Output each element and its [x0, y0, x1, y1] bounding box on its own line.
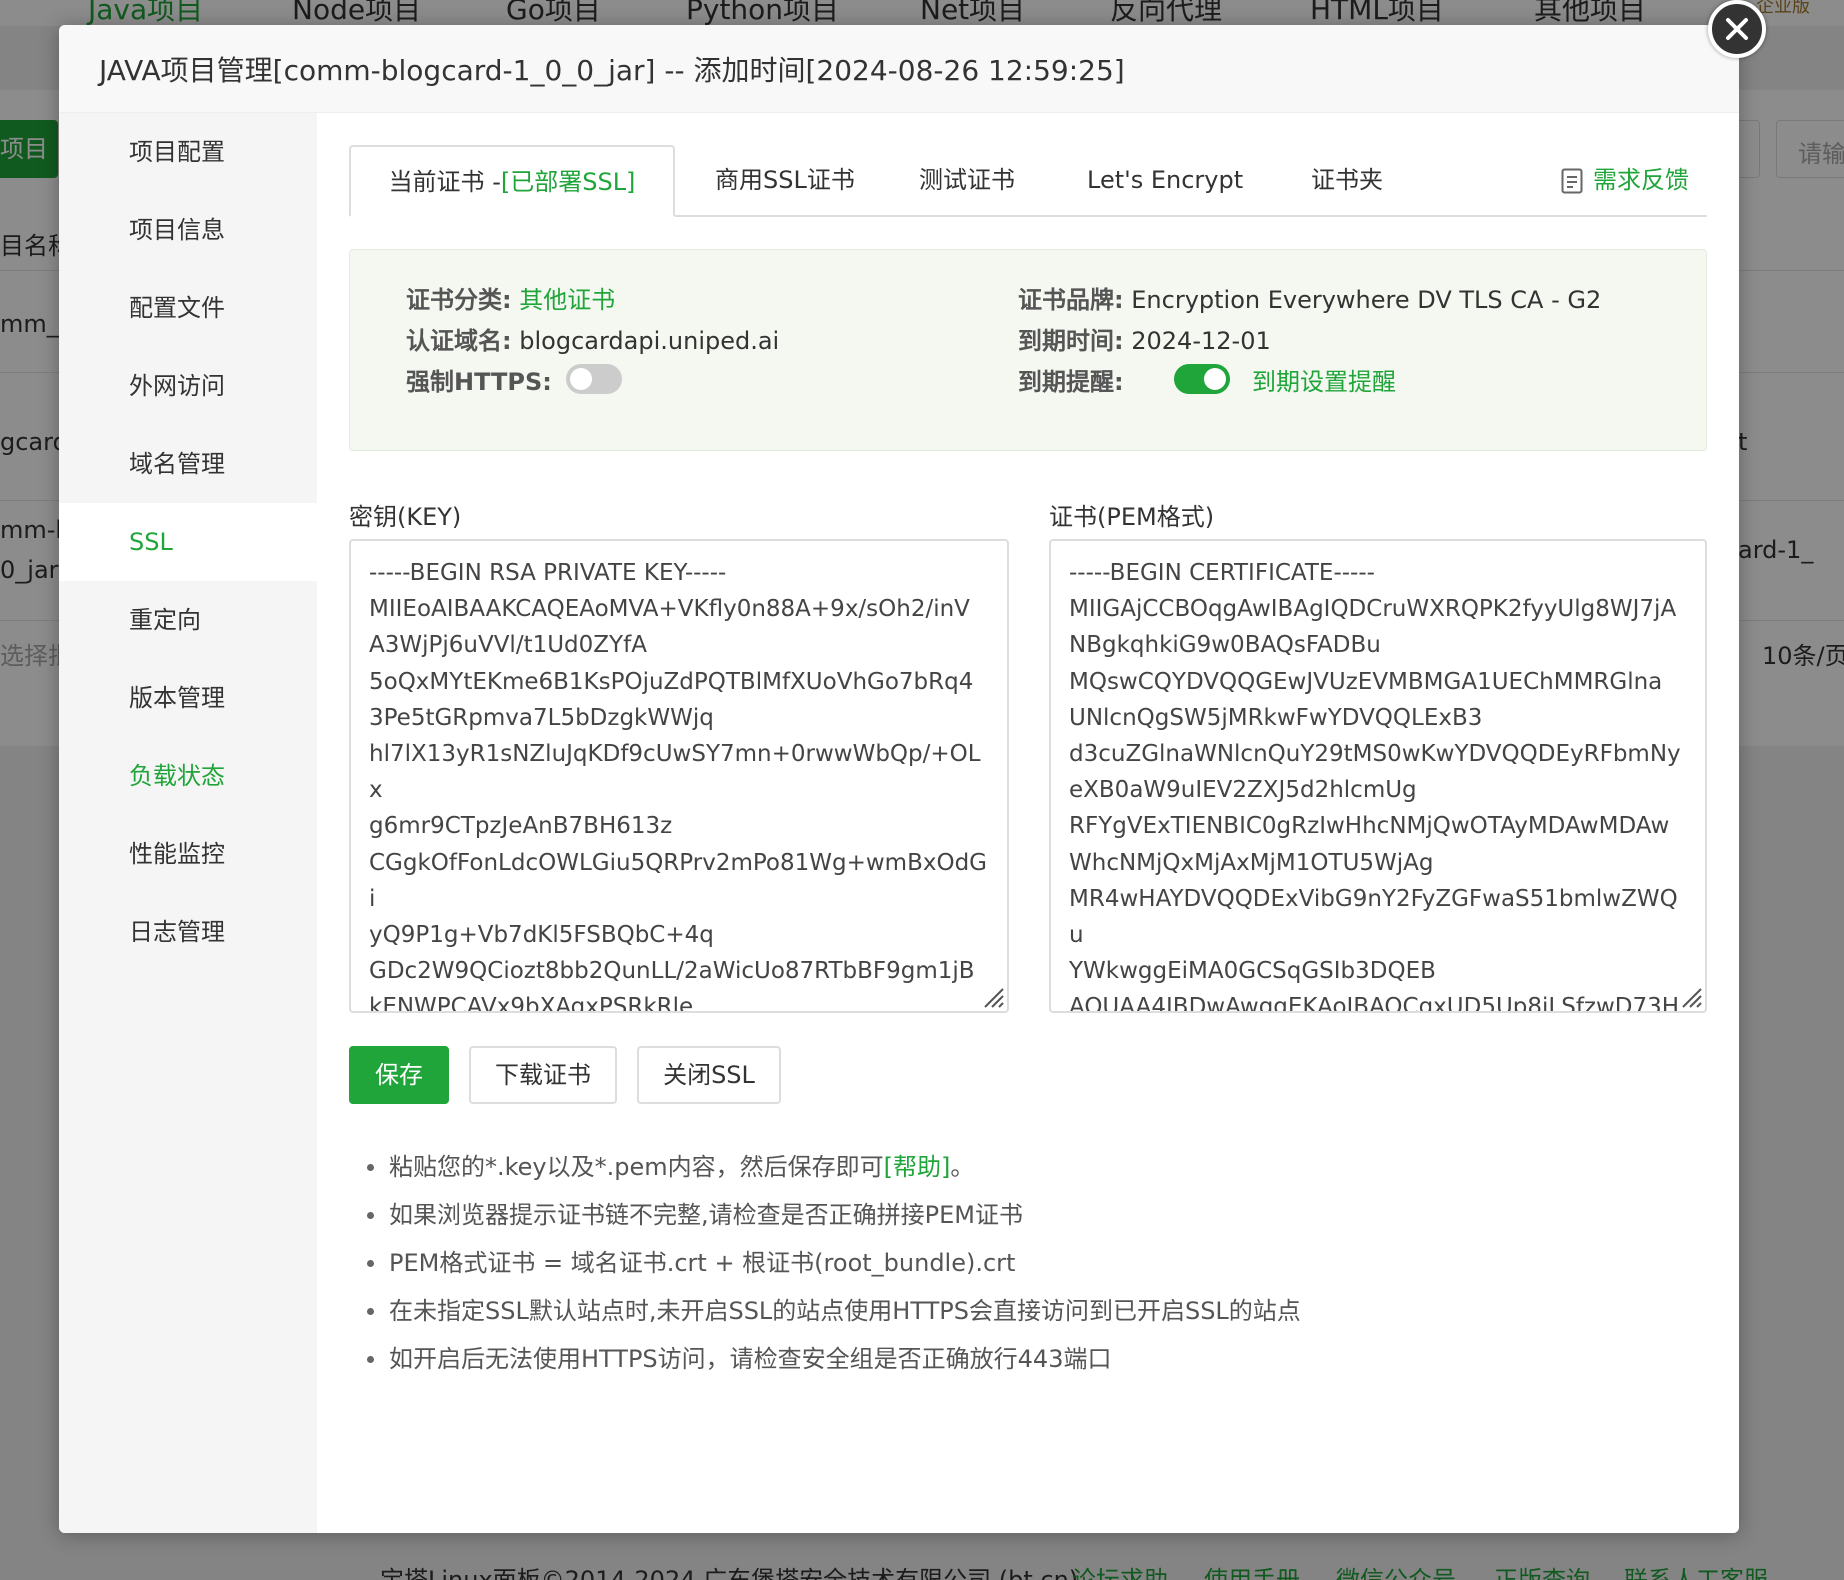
modal-sidebar: 项目配置 项目信息 配置文件 外网访问 域名管理 SSL 重定向 版本管理 负载… [59, 113, 317, 1533]
help-link[interactable]: [帮助] [884, 1153, 951, 1181]
sidebar-item-load-status[interactable]: 负载状态 [59, 737, 317, 815]
modal-title: JAVA项目管理[comm-blogcard-1_0_0_jar] -- 添加时… [99, 54, 1125, 87]
cert-domain-label: 认证域名: [406, 327, 512, 355]
sidebar-item-config-file[interactable]: 配置文件 [59, 269, 317, 347]
ssl-tabs: 当前证书 -[已部署SSL] 商用SSL证书 测试证书 Let's Encryp… [349, 145, 1707, 217]
ssl-tips: 粘贴您的*.key以及*.pem内容，然后保存即可[帮助]。 如果浏览器提示证书… [367, 1143, 1667, 1383]
sidebar-item-domain[interactable]: 域名管理 [59, 425, 317, 503]
reminder-settings-link-wrap: 到期设置提醒 [1252, 362, 1396, 397]
modal-header: JAVA项目管理[comm-blogcard-1_0_0_jar] -- 添加时… [59, 25, 1739, 113]
cert-category-value: 其他证书 [519, 286, 616, 314]
sidebar-item-redirect[interactable]: 重定向 [59, 581, 317, 659]
feedback-link[interactable]: 需求反馈 [1561, 145, 1689, 215]
force-https: 强制HTTPS: [406, 362, 552, 397]
sidebar-item-project-info[interactable]: 项目信息 [59, 191, 317, 269]
cert-brand-value: Encryption Everywhere DV TLS CA - G2 [1131, 286, 1602, 314]
tab-test-cert[interactable]: 测试证书 [919, 145, 1015, 217]
cert-domain: 认证域名: blogcardapi.uniped.ai [406, 321, 779, 356]
ssl-deployed-status: [已部署SSL] [500, 168, 636, 196]
tab-letsencrypt[interactable]: Let's Encrypt [1087, 145, 1243, 217]
expiry-reminder-toggle[interactable] [1174, 364, 1230, 394]
sidebar-item-logs[interactable]: 日志管理 [59, 893, 317, 971]
sidebar-item-external-access[interactable]: 外网访问 [59, 347, 317, 425]
cert-category-label: 证书分类: [406, 286, 512, 314]
cert-textarea[interactable]: -----BEGIN CERTIFICATE----- MIIGAjCCBOqg… [1049, 539, 1707, 1013]
cert-brand-label: 证书品牌: [1018, 286, 1124, 314]
tip-item: 如开启后无法使用HTTPS访问，请检查安全组是否正确放行443端口 [367, 1335, 1667, 1383]
resize-grip-icon[interactable] [981, 985, 1005, 1009]
tip-item: 如果浏览器提示证书链不完整,请检查是否正确拼接PEM证书 [367, 1191, 1667, 1239]
cert-category: 证书分类: 其他证书 [406, 280, 615, 315]
download-cert-button[interactable]: 下载证书 [469, 1046, 617, 1104]
tip-item: 在未指定SSL默认站点时,未开启SSL的站点使用HTTPS会直接访问到已开启SS… [367, 1287, 1667, 1335]
close-modal-button[interactable] [1708, 0, 1766, 58]
tab-commercial-ssl[interactable]: 商用SSL证书 [715, 145, 855, 217]
cert-expiry-label: 到期时间: [1018, 327, 1124, 355]
sidebar-item-project-config[interactable]: 项目配置 [59, 113, 317, 191]
tab-cert-folder[interactable]: 证书夹 [1311, 145, 1383, 217]
project-manage-modal: JAVA项目管理[comm-blogcard-1_0_0_jar] -- 添加时… [59, 25, 1739, 1533]
expiry-reminder-label: 到期提醒: [1018, 368, 1124, 396]
sidebar-item-ssl[interactable]: SSL [59, 503, 317, 581]
feedback-label: 需求反馈 [1593, 166, 1689, 194]
cert-expiry: 到期时间: 2024-12-01 [1018, 321, 1271, 356]
save-button[interactable]: 保存 [349, 1046, 449, 1104]
cert-label: 证书(PEM格式) [1049, 503, 1215, 531]
key-textarea[interactable]: -----BEGIN RSA PRIVATE KEY----- MIIEoAIB… [349, 539, 1009, 1013]
toggle-knob [1204, 368, 1226, 390]
close-icon [1726, 18, 1748, 40]
resize-grip-icon[interactable] [1679, 985, 1703, 1009]
tip-text: 。 [950, 1153, 975, 1181]
force-https-label: 强制HTTPS: [406, 368, 552, 396]
feedback-icon [1561, 168, 1583, 194]
tab-current-cert[interactable]: 当前证书 -[已部署SSL] [349, 145, 675, 217]
toggle-knob [570, 368, 592, 390]
tip-item: PEM格式证书 = 域名证书.crt + 根证书(root_bundle).cr… [367, 1239, 1667, 1287]
tip-text: 粘贴您的*.key以及*.pem内容，然后保存即可 [389, 1153, 884, 1181]
key-label: 密钥(KEY) [349, 503, 462, 531]
force-https-toggle[interactable] [566, 364, 622, 394]
reminder-settings-link[interactable]: 到期设置提醒 [1252, 368, 1396, 396]
cert-domain-value: blogcardapi.uniped.ai [519, 327, 780, 355]
cert-expiry-value: 2024-12-01 [1131, 327, 1271, 355]
close-ssl-button[interactable]: 关闭SSL [637, 1046, 781, 1104]
expiry-reminder: 到期提醒: [1018, 362, 1124, 397]
tab-current-cert-label: 当前证书 - [388, 168, 501, 196]
ssl-content: 当前证书 -[已部署SSL] 商用SSL证书 测试证书 Let's Encryp… [317, 113, 1739, 1533]
cert-info-box: 证书分类: 其他证书 认证域名: blogcardapi.uniped.ai 强… [349, 249, 1707, 451]
cert-brand: 证书品牌: Encryption Everywhere DV TLS CA - … [1018, 280, 1601, 315]
sidebar-item-monitor[interactable]: 性能监控 [59, 815, 317, 893]
sidebar-item-version[interactable]: 版本管理 [59, 659, 317, 737]
tip-item: 粘贴您的*.key以及*.pem内容，然后保存即可[帮助]。 [367, 1143, 1667, 1191]
